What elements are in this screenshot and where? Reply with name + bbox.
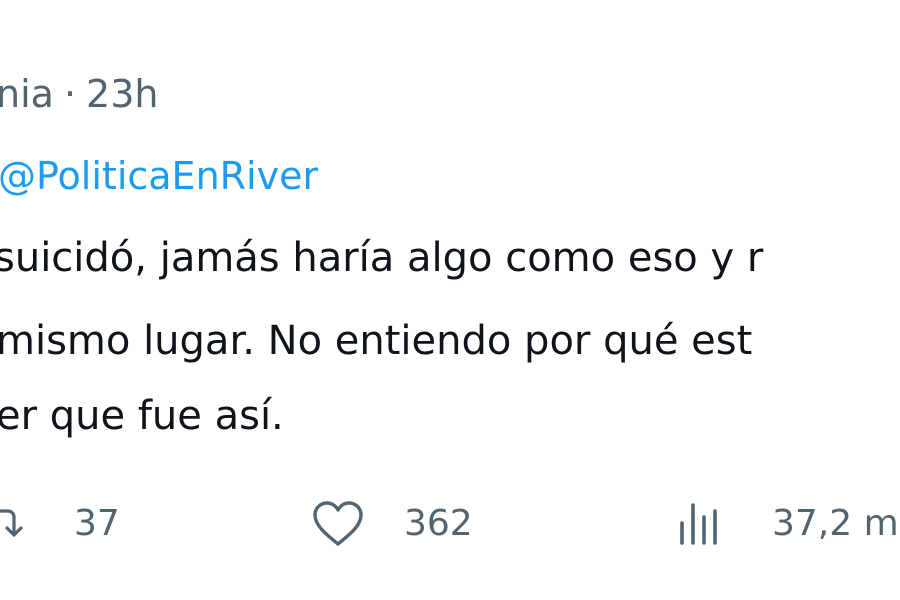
views-button[interactable]: 37,2 m bbox=[676, 492, 899, 556]
separator-dot: · bbox=[63, 72, 77, 116]
replying-to-handle[interactable]: @PoliticaEnRiver bbox=[0, 150, 318, 202]
views-count: 37,2 m bbox=[772, 503, 899, 544]
views-bar-chart-icon bbox=[676, 499, 720, 549]
tweet-header: nia · 23h bbox=[0, 68, 158, 120]
like-button[interactable]: 362 bbox=[310, 492, 473, 556]
timestamp[interactable]: 23h bbox=[86, 72, 158, 116]
tweet-text-line-2: mismo lugar. No entiendo por qué est bbox=[0, 318, 753, 364]
tweet-text-line-1: suicidó, jamás haría algo como eso y r bbox=[0, 235, 764, 281]
like-count: 362 bbox=[404, 503, 473, 544]
retweet-button[interactable]: 37 bbox=[0, 492, 120, 556]
retweet-count: 37 bbox=[74, 503, 120, 544]
tweet-actions: 37 362 37,2 m bbox=[0, 492, 900, 556]
tweet: nia · 23h @PoliticaEnRiver suicidó, jamás … bbox=[0, 0, 900, 600]
retweet-icon bbox=[0, 501, 32, 547]
author-name[interactable]: nia bbox=[0, 72, 54, 116]
heart-icon bbox=[310, 499, 366, 549]
tweet-text-line-3: er que fue así. bbox=[0, 393, 284, 439]
